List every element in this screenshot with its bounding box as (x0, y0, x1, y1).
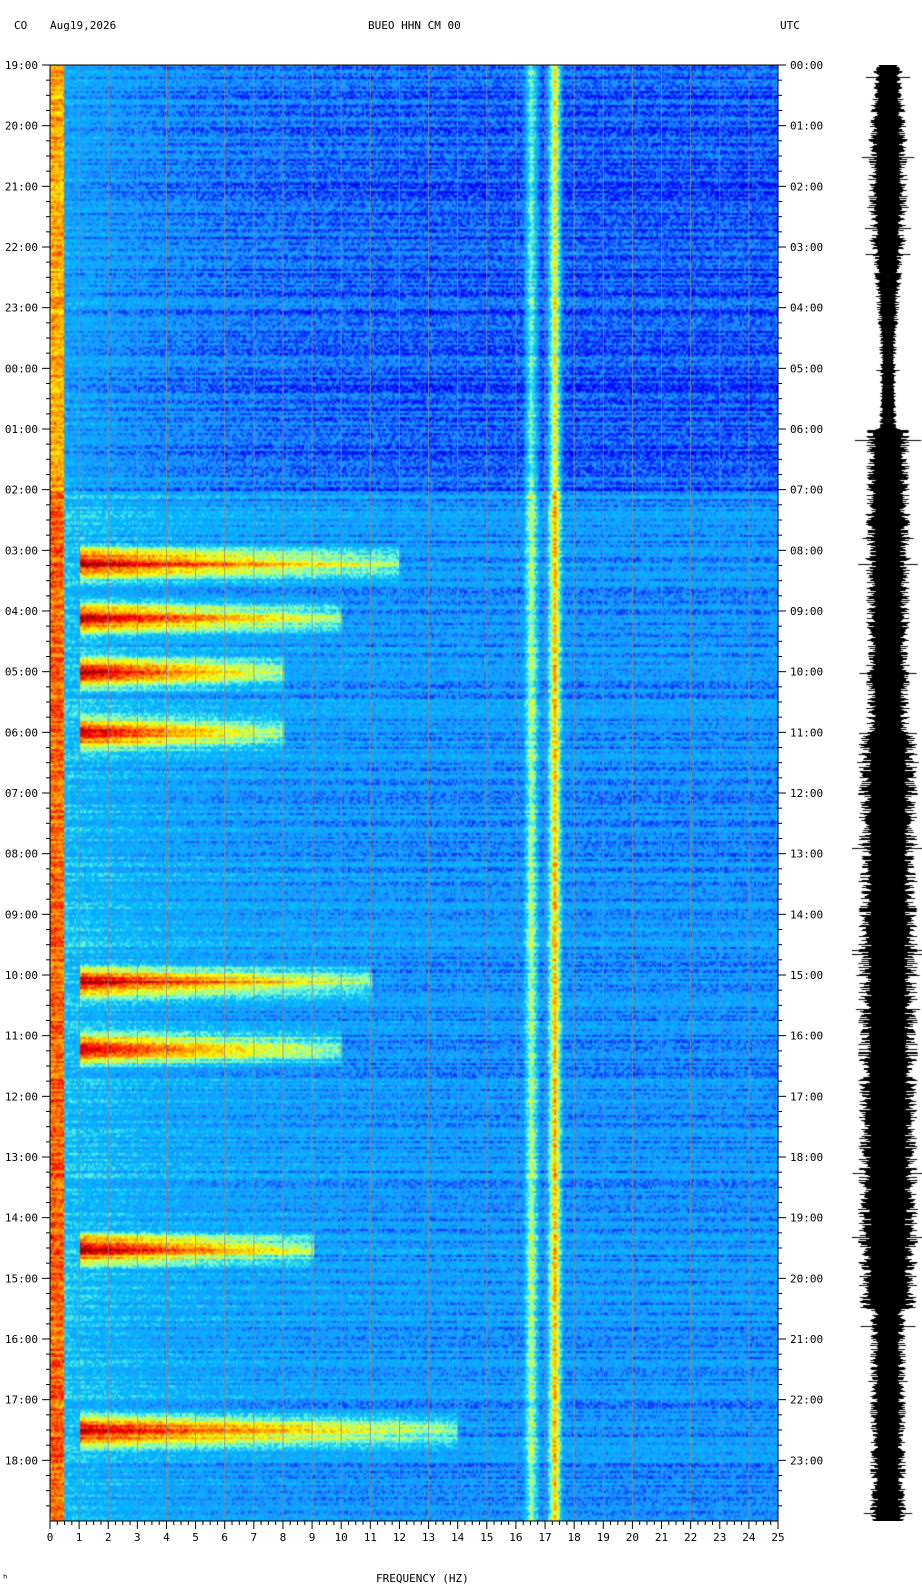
seismogram-trace (852, 65, 922, 1521)
x-tick-label: 1 (76, 1531, 83, 1544)
left-time-label: 08:00 (5, 848, 38, 861)
right-time-label: 11:00 (790, 726, 823, 739)
right-time-label: 10:00 (790, 666, 823, 679)
x-tick-label: 5 (192, 1531, 199, 1544)
x-tick-label: 16 (509, 1531, 522, 1544)
left-time-label: 15:00 (5, 1272, 38, 1285)
x-tick-label: 2 (105, 1531, 112, 1544)
network-label: CO (14, 19, 27, 32)
left-time-label: 07:00 (5, 787, 38, 800)
right-time-label: 15:00 (790, 969, 823, 982)
x-tick-label: 14 (451, 1531, 465, 1544)
left-time-label: 20:00 (5, 120, 38, 133)
left-time-label: 17:00 (5, 1394, 38, 1407)
right-time-label: 01:00 (790, 120, 823, 133)
timezone-label: UTC (780, 19, 800, 32)
left-time-label: 02:00 (5, 484, 38, 497)
x-tick-label: 4 (163, 1531, 170, 1544)
right-time-label: 21:00 (790, 1333, 823, 1346)
x-tick-label: 17 (538, 1531, 551, 1544)
right-time-label: 16:00 (790, 1030, 823, 1043)
x-tick-label: 25 (771, 1531, 784, 1544)
left-time-label: 23:00 (5, 302, 38, 315)
right-time-label: 20:00 (790, 1272, 823, 1285)
left-time-label: 06:00 (5, 726, 38, 739)
x-tick-label: 15 (480, 1531, 493, 1544)
right-time-label: 19:00 (790, 1212, 823, 1225)
left-time-label: 03:00 (5, 544, 38, 557)
spectrogram-chart: CO Aug19,2026 BUEO HHN CM 00 UTC 19:0020… (2, 19, 922, 1584)
right-time-label: 06:00 (790, 423, 823, 436)
spectrogram-image (50, 65, 778, 1521)
x-tick-label: 18 (568, 1531, 581, 1544)
x-tick-label: 13 (422, 1531, 435, 1544)
left-time-label: 10:00 (5, 969, 38, 982)
left-time-label: 18:00 (5, 1454, 38, 1467)
right-time-label: 17:00 (790, 1090, 823, 1103)
right-time-label: 05:00 (790, 362, 823, 375)
station-title: BUEO HHN CM 00 (368, 19, 461, 32)
left-time-label: 14:00 (5, 1212, 38, 1225)
left-time-label: 22:00 (5, 241, 38, 254)
x-tick-label: 20 (626, 1531, 639, 1544)
left-time-label: 16:00 (5, 1333, 38, 1346)
right-time-label: 23:00 (790, 1454, 823, 1467)
date-label: Aug19,2026 (50, 19, 116, 32)
right-time-label: 14:00 (790, 908, 823, 921)
right-time-label: 09:00 (790, 605, 823, 618)
left-time-label: 19:00 (5, 59, 38, 72)
x-tick-label: 24 (742, 1531, 756, 1544)
right-time-label: 08:00 (790, 544, 823, 557)
x-axis-label: FREQUENCY (HZ) (376, 1572, 469, 1584)
x-tick-label: 0 (47, 1531, 54, 1544)
right-time-label: 07:00 (790, 484, 823, 497)
x-tick-label: 19 (597, 1531, 610, 1544)
left-time-label: 00:00 (5, 362, 38, 375)
right-time-label: 12:00 (790, 787, 823, 800)
right-time-label: 22:00 (790, 1394, 823, 1407)
left-time-label: 04:00 (5, 605, 38, 618)
right-time-label: 00:00 (790, 59, 823, 72)
left-time-axis: 19:00 20:00 21:00 22:00 23:00 00:00 01:00 02:00… (5, 59, 50, 1507)
x-tick-label: 10 (335, 1531, 348, 1544)
x-tick-label: 23 (713, 1531, 726, 1544)
left-time-label: 11:00 (5, 1030, 38, 1043)
corner-mark: ʰ (2, 1572, 9, 1584)
x-tick-label: 21 (655, 1531, 668, 1544)
right-time-axis: 00:00 01:00 02:00 03:00 04:00 05:00 06:00 07:00… (778, 59, 823, 1507)
x-tick-label: 12 (393, 1531, 406, 1544)
left-time-label: 21:00 (5, 180, 38, 193)
x-tick-label: 7 (251, 1531, 258, 1544)
frequency-axis: 0 1 2 3 4 5 6 7 8 9 10 11 12 13 14 15 16 17 18 19 20 21 22 23 24… (47, 1521, 785, 1544)
right-time-label: 18:00 (790, 1151, 823, 1164)
left-time-label: 05:00 (5, 666, 38, 679)
right-time-label: 02:00 (790, 180, 823, 193)
left-time-label: 13:00 (5, 1151, 38, 1164)
x-tick-label: 9 (309, 1531, 316, 1544)
left-time-label: 12:00 (5, 1090, 38, 1103)
right-time-label: 04:00 (790, 302, 823, 315)
x-tick-label: 3 (134, 1531, 141, 1544)
right-time-label: 03:00 (790, 241, 823, 254)
x-tick-label: 11 (364, 1531, 377, 1544)
left-time-label: 01:00 (5, 423, 38, 436)
left-time-label: 09:00 (5, 908, 38, 921)
x-tick-label: 22 (684, 1531, 697, 1544)
x-tick-label: 6 (221, 1531, 228, 1544)
x-tick-label: 8 (280, 1531, 287, 1544)
right-time-label: 13:00 (790, 848, 823, 861)
